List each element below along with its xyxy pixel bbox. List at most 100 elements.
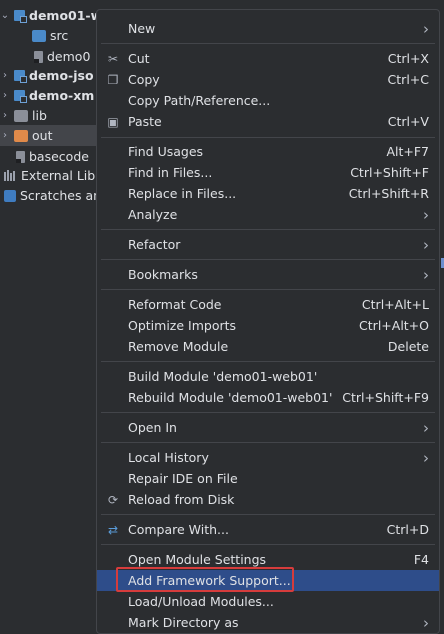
menu-item-rebuild-module[interactable]: Rebuild Module 'demo01-web01' Ctrl+Shift… xyxy=(97,387,439,408)
menu-separator xyxy=(101,259,435,260)
menu-item-label: Reload from Disk xyxy=(128,492,235,507)
tree-row-label: External Libr xyxy=(21,168,100,183)
menu-item-reload-from-disk[interactable]: ⟳ Reload from Disk xyxy=(97,489,439,510)
menu-item-label: Optimize Imports xyxy=(128,318,237,333)
menu-item-compare-with[interactable]: ⇄ Compare With... Ctrl+D xyxy=(97,519,439,540)
menu-item-build-module[interactable]: Build Module 'demo01-web01' xyxy=(97,366,439,387)
module-icon xyxy=(14,10,27,23)
menu-item-label: Load/Unload Modules... xyxy=(128,594,274,609)
menu-item-copy-path[interactable]: Copy Path/Reference... xyxy=(97,90,439,111)
menu-item-label: Cut xyxy=(128,51,150,66)
menu-item-label: Replace in Files... xyxy=(128,186,237,201)
compare-icon: ⇄ xyxy=(107,522,119,537)
chevron-right-icon[interactable]: › xyxy=(0,90,10,101)
menu-item-label: Find in Files... xyxy=(128,165,213,180)
menu-item-label: Analyze xyxy=(128,207,178,222)
menu-item-label: Repair IDE on File xyxy=(128,471,238,486)
tree-row-demo-json[interactable]: › demo-jso xyxy=(0,65,100,86)
menu-item-shortcut: Ctrl+Shift+R xyxy=(348,186,429,201)
menu-item-shortcut: Ctrl+Alt+O xyxy=(359,318,429,333)
scratches-icon xyxy=(4,189,16,202)
tree-row-lib[interactable]: › lib xyxy=(0,105,100,126)
menu-separator xyxy=(101,544,435,545)
copy-icon: ❐ xyxy=(107,72,119,87)
tree-row-label: demo-jso xyxy=(29,68,94,83)
menu-item-refactor[interactable]: Refactor › xyxy=(97,234,439,255)
menu-item-find-in-files[interactable]: Find in Files... Ctrl+Shift+F xyxy=(97,162,439,183)
menu-item-shortcut: Ctrl+D xyxy=(386,522,429,537)
menu-item-label: Open Module Settings xyxy=(128,552,267,567)
chevron-right-icon: › xyxy=(423,418,429,437)
menu-separator xyxy=(101,514,435,515)
tree-row-label: lib xyxy=(32,108,47,123)
tree-row-label: Scratches an xyxy=(20,188,100,203)
menu-separator xyxy=(101,412,435,413)
tree-row-label: src xyxy=(50,28,69,43)
menu-item-label: Local History xyxy=(128,450,209,465)
project-tree: ⌄ demo01-w src demo0 › demo-jso › demo-x… xyxy=(0,0,100,634)
folder-icon xyxy=(32,29,46,42)
menu-separator xyxy=(101,137,435,138)
menu-separator xyxy=(101,289,435,290)
chevron-right-icon: › xyxy=(423,235,429,254)
menu-item-local-history[interactable]: Local History › xyxy=(97,447,439,468)
menu-item-cut[interactable]: ✂ Cut Ctrl+X xyxy=(97,48,439,69)
annotation-highlight-box xyxy=(116,567,294,592)
menu-item-label: Copy xyxy=(128,72,160,87)
tree-row-demo01-web01[interactable]: ⌄ demo01-w xyxy=(0,5,100,26)
menu-separator xyxy=(101,442,435,443)
tree-row-demo-xml[interactable]: › demo-xm xyxy=(0,85,100,106)
menu-item-label: New xyxy=(128,21,156,36)
menu-item-paste[interactable]: ▣ Paste Ctrl+V xyxy=(97,111,439,132)
menu-item-optimize-imports[interactable]: Optimize Imports Ctrl+Alt+O xyxy=(97,315,439,336)
chevron-right-icon: › xyxy=(423,613,429,632)
menu-item-analyze[interactable]: Analyze › xyxy=(97,204,439,225)
chevron-right-icon[interactable]: › xyxy=(0,130,10,141)
menu-item-bookmarks[interactable]: Bookmarks › xyxy=(97,264,439,285)
menu-item-remove-module[interactable]: Remove Module Delete xyxy=(97,336,439,357)
menu-item-repair-ide[interactable]: Repair IDE on File xyxy=(97,468,439,489)
menu-item-reformat-code[interactable]: Reformat Code Ctrl+Alt+L xyxy=(97,294,439,315)
tree-row-label: demo0 xyxy=(47,49,91,64)
tree-row-scratches[interactable]: Scratches an xyxy=(0,185,100,206)
menu-item-label: Paste xyxy=(128,114,162,129)
menu-item-shortcut: Ctrl+C xyxy=(387,72,429,87)
tree-row-out[interactable]: › out xyxy=(0,125,100,146)
module-icon xyxy=(14,70,27,83)
file-icon xyxy=(16,150,25,163)
chevron-down-icon[interactable]: ⌄ xyxy=(0,10,10,21)
menu-item-label: Copy Path/Reference... xyxy=(128,93,271,108)
tree-row-label: out xyxy=(32,128,53,143)
menu-item-new[interactable]: New › xyxy=(97,18,439,39)
tree-row-demo-file[interactable]: demo0 xyxy=(0,46,100,67)
paste-icon: ▣ xyxy=(107,114,119,129)
menu-item-mark-directory-as[interactable]: Mark Directory as › xyxy=(97,612,439,633)
menu-item-shortcut: Ctrl+Shift+F xyxy=(350,165,429,180)
menu-item-label: Reformat Code xyxy=(128,297,222,312)
menu-separator xyxy=(101,43,435,44)
menu-item-copy[interactable]: ❐ Copy Ctrl+C xyxy=(97,69,439,90)
menu-item-replace-in-files[interactable]: Replace in Files... Ctrl+Shift+R xyxy=(97,183,439,204)
folder-icon xyxy=(14,109,28,122)
chevron-right-icon[interactable]: › xyxy=(0,70,10,81)
menu-item-label: Remove Module xyxy=(128,339,229,354)
menu-item-shortcut: Delete xyxy=(387,339,429,354)
cut-icon: ✂ xyxy=(107,51,119,66)
file-icon xyxy=(34,50,43,63)
library-icon xyxy=(4,170,17,181)
tree-row-basecode[interactable]: basecode xyxy=(0,146,100,167)
menu-item-open-in[interactable]: Open In › xyxy=(97,417,439,438)
tree-row-src[interactable]: src xyxy=(0,25,100,46)
editor-gutter xyxy=(440,0,444,634)
menu-item-label: Mark Directory as xyxy=(128,615,239,630)
menu-item-load-unload-modules[interactable]: Load/Unload Modules... xyxy=(97,591,439,612)
menu-item-label: Rebuild Module 'demo01-web01' xyxy=(128,390,333,405)
menu-item-shortcut: Ctrl+Shift+F9 xyxy=(342,390,429,405)
menu-item-label: Build Module 'demo01-web01' xyxy=(128,369,318,384)
menu-item-shortcut: Ctrl+Alt+L xyxy=(361,297,429,312)
reload-icon: ⟳ xyxy=(107,492,119,507)
menu-item-find-usages[interactable]: Find Usages Alt+F7 xyxy=(97,141,439,162)
tree-row-external-libraries[interactable]: External Libr xyxy=(0,165,100,186)
chevron-right-icon[interactable]: › xyxy=(0,110,10,121)
menu-item-label: Refactor xyxy=(128,237,181,252)
